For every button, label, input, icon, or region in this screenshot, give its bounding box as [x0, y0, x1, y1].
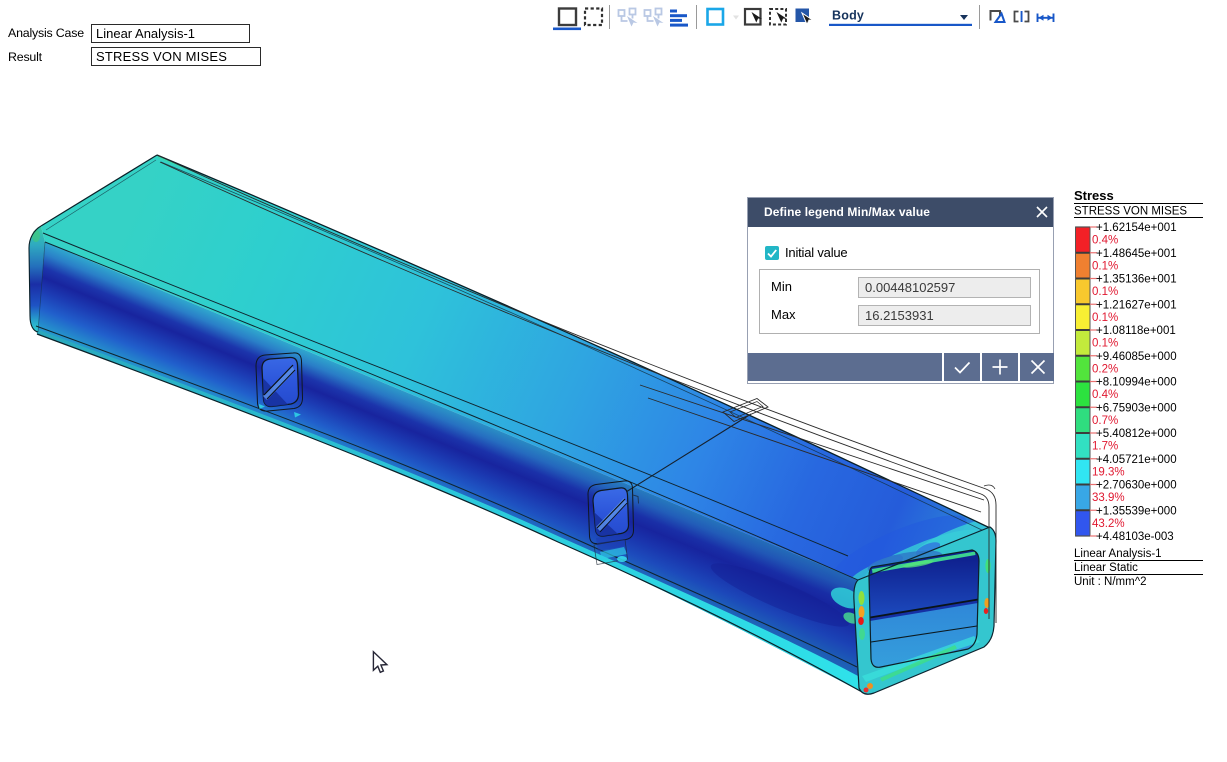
svg-text:0.4%: 0.4% [1092, 389, 1118, 401]
svg-text:+4.48103e-003: +4.48103e-003 [1096, 531, 1174, 543]
svg-text:Stress: Stress [1074, 188, 1114, 203]
svg-text:+2.70630e+000: +2.70630e+000 [1096, 480, 1177, 492]
svg-text:Unit : N/mm^2: Unit : N/mm^2 [1074, 576, 1147, 588]
svg-text:43.2%: 43.2% [1092, 518, 1125, 530]
svg-text:0.1%: 0.1% [1092, 312, 1118, 324]
svg-text:+5.40812e+000: +5.40812e+000 [1096, 428, 1177, 440]
svg-text:0.1%: 0.1% [1092, 338, 1118, 350]
svg-text:+1.08118e+001: +1.08118e+001 [1096, 325, 1176, 337]
svg-text:0.7%: 0.7% [1092, 415, 1118, 427]
svg-text:0.1%: 0.1% [1092, 260, 1118, 272]
svg-text:0.4%: 0.4% [1092, 235, 1118, 247]
svg-text:0.2%: 0.2% [1092, 363, 1118, 375]
svg-text:33.9%: 33.9% [1092, 492, 1125, 504]
svg-text:1.7%: 1.7% [1092, 441, 1118, 453]
svg-text:+1.62154e+001: +1.62154e+001 [1096, 222, 1177, 234]
svg-text:+1.21627e+001: +1.21627e+001 [1096, 299, 1177, 311]
svg-text:Linear Static: Linear Static [1074, 562, 1138, 574]
svg-text:+4.05721e+000: +4.05721e+000 [1096, 454, 1177, 466]
svg-text:+1.35539e+000: +1.35539e+000 [1096, 505, 1177, 517]
svg-text:+6.75903e+000: +6.75903e+000 [1096, 402, 1177, 414]
svg-text:0.1%: 0.1% [1092, 286, 1118, 298]
svg-text:Body: Body [832, 9, 864, 23]
svg-text:+1.48645e+001: +1.48645e+001 [1096, 248, 1177, 260]
svg-text:STRESS VON MISES: STRESS VON MISES [1074, 206, 1187, 218]
svg-text:Linear Analysis-1: Linear Analysis-1 [1074, 548, 1162, 560]
svg-text:+9.46085e+000: +9.46085e+000 [1096, 351, 1177, 363]
svg-text:+8.10994e+000: +8.10994e+000 [1096, 377, 1177, 389]
svg-text:19.3%: 19.3% [1092, 466, 1125, 478]
svg-text:+1.35136e+001: +1.35136e+001 [1096, 274, 1177, 286]
